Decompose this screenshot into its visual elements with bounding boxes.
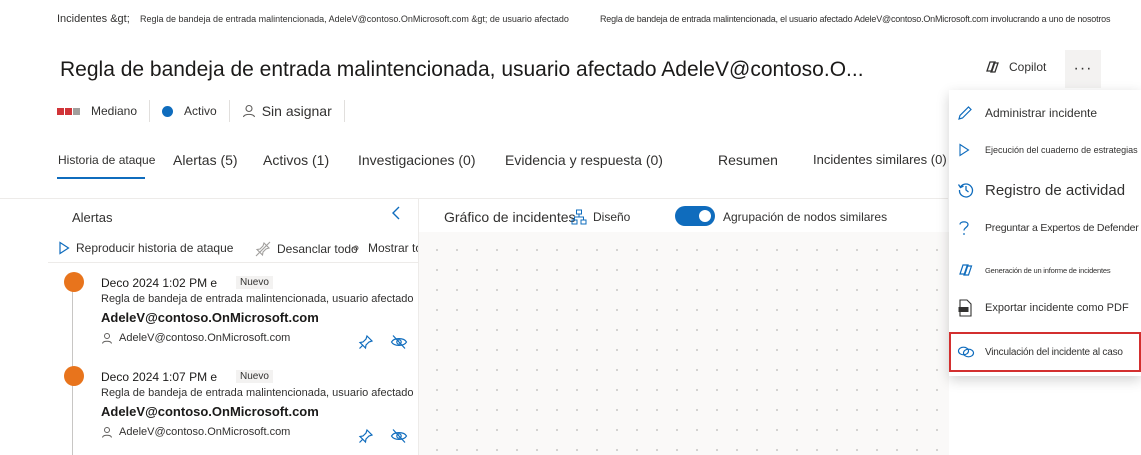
play-icon xyxy=(957,143,975,157)
layout-button[interactable]: Diseño xyxy=(571,209,630,225)
alert-title[interactable]: Regla de bandeja de entrada malintencion… xyxy=(101,387,414,399)
person-icon xyxy=(242,104,256,118)
copilot-button[interactable]: Copilot xyxy=(983,58,1046,76)
toggle-knob xyxy=(699,210,711,222)
alert-severity-dot xyxy=(64,272,84,292)
alert-time: Deco 2024 1:02 PM e xyxy=(101,276,218,290)
unpin-all-button[interactable]: Desanclar todo xyxy=(255,241,358,257)
pin-icon[interactable] xyxy=(358,428,374,444)
incident-graph-canvas[interactable] xyxy=(419,232,949,455)
severity-icon xyxy=(57,107,81,115)
eye-icon xyxy=(350,242,362,254)
tab-assets[interactable]: Activos (1) xyxy=(263,152,329,168)
replay-label: Reproducir historia de ataque xyxy=(76,241,234,255)
severity-label: Mediano xyxy=(91,104,138,118)
breadcrumb-current: Regla de bandeja de entrada malintencion… xyxy=(600,14,1111,24)
assignee-label[interactable]: Sin asignar xyxy=(262,103,332,119)
layout-icon xyxy=(571,209,587,225)
copilot-icon xyxy=(957,261,975,279)
status-label[interactable]: Activo xyxy=(184,104,217,118)
graph-title: Gráfico de incidentes xyxy=(444,209,576,225)
layout-label: Diseño xyxy=(593,210,631,224)
menu-item-ask-experts[interactable]: Preguntar a Expertos de Defender xyxy=(949,208,1141,248)
alerts-panel-title: Alertas xyxy=(72,210,113,225)
unpin-icon xyxy=(255,241,271,257)
more-actions-menu: Administrar incidente Ejecución del cuad… xyxy=(949,90,1141,376)
copilot-label: Copilot xyxy=(1009,60,1047,74)
menu-item-label: Registro de actividad xyxy=(985,181,1126,199)
menu-item-label: Exportar incidente como PDF xyxy=(985,302,1129,314)
question-icon xyxy=(957,219,975,237)
person-icon xyxy=(101,426,113,438)
replay-attack-story-button[interactable]: Reproducir historia de ataque xyxy=(58,241,233,255)
copilot-icon xyxy=(983,58,1001,76)
alert-severity-dot xyxy=(64,366,84,386)
active-tab-indicator xyxy=(57,177,145,179)
page-title: Regla de bandeja de entrada malintencion… xyxy=(60,58,864,81)
menu-item-manage-incident[interactable]: Administrar incidente xyxy=(949,93,1141,133)
menu-item-link-to-case[interactable]: Vinculación del incidente al caso xyxy=(949,332,1141,372)
alert-user[interactable]: AdeleV@contoso.OnMicrosoft.com xyxy=(119,332,290,344)
header-divider xyxy=(0,198,948,199)
history-icon xyxy=(957,181,975,199)
menu-item-run-playbook[interactable]: Ejecución del cuaderno de estrategias xyxy=(949,130,1141,170)
hide-icon[interactable] xyxy=(390,428,408,444)
tab-similar-incidents[interactable]: Incidentes similares (0) xyxy=(813,152,947,167)
tab-evidence[interactable]: Evidencia y respuesta (0) xyxy=(505,152,663,168)
alert-user-row: AdeleV@contoso.OnMicrosoft.com xyxy=(101,332,290,344)
link-icon xyxy=(957,345,975,359)
play-icon xyxy=(58,241,70,255)
pencil-icon xyxy=(957,105,975,121)
group-similar-nodes-toggle[interactable] xyxy=(675,206,715,226)
more-icon: ··· xyxy=(1073,60,1093,77)
alert-user-row: AdeleV@contoso.OnMicrosoft.com xyxy=(101,426,290,438)
tab-investigations[interactable]: Investigaciones (0) xyxy=(358,152,476,168)
alert-entity[interactable]: AdeleV@contoso.OnMicrosoft.com xyxy=(101,310,319,325)
alert-entity[interactable]: AdeleV@contoso.OnMicrosoft.com xyxy=(101,404,319,419)
alert-user[interactable]: AdeleV@contoso.OnMicrosoft.com xyxy=(119,426,290,438)
status-badge: Nuevo xyxy=(236,276,273,289)
more-actions-button[interactable]: ··· xyxy=(1065,50,1101,88)
hide-icon[interactable] xyxy=(390,334,408,350)
menu-item-label: Preguntar a Expertos de Defender xyxy=(985,222,1139,234)
toggle-label: Agrupación de nodos similares xyxy=(723,210,888,224)
unpin-label: Desanclar todo xyxy=(277,242,358,256)
pin-icon[interactable] xyxy=(358,334,374,350)
status-badge: Nuevo xyxy=(236,370,273,383)
menu-item-label: Administrar incidente xyxy=(985,106,1098,120)
actions-divider xyxy=(48,262,418,263)
collapse-panel-icon[interactable] xyxy=(390,205,402,221)
menu-item-activity-log[interactable]: Registro de actividad xyxy=(949,170,1141,210)
tab-alerts[interactable]: Alertas (5) xyxy=(173,152,238,168)
menu-item-label: Generación de un informe de incidentes xyxy=(985,265,1111,275)
menu-item-generate-report[interactable]: Generación de un informe de incidentes xyxy=(949,250,1141,290)
menu-item-label: Vinculación del incidente al caso xyxy=(985,346,1123,358)
menu-item-label: Ejecución del cuaderno de estrategias xyxy=(985,145,1138,155)
breadcrumb-incidents[interactable]: Incidentes &gt; xyxy=(57,13,130,25)
person-icon xyxy=(101,332,113,344)
tab-summary[interactable]: Resumen xyxy=(718,152,778,168)
menu-item-export-pdf[interactable]: Exportar incidente como PDF xyxy=(949,288,1141,328)
status-dot-icon xyxy=(162,105,174,117)
alert-time: Deco 2024 1:07 PM e xyxy=(101,370,218,384)
alert-title[interactable]: Regla de bandeja de entrada malintencion… xyxy=(101,293,414,305)
status-row: Mediano Activo Sin asignar xyxy=(57,100,357,122)
tab-attack-story[interactable]: Historia de ataque xyxy=(58,153,155,167)
breadcrumb-incident[interactable]: Regla de bandeja de entrada malintencion… xyxy=(140,14,569,24)
pdf-icon xyxy=(957,299,975,317)
